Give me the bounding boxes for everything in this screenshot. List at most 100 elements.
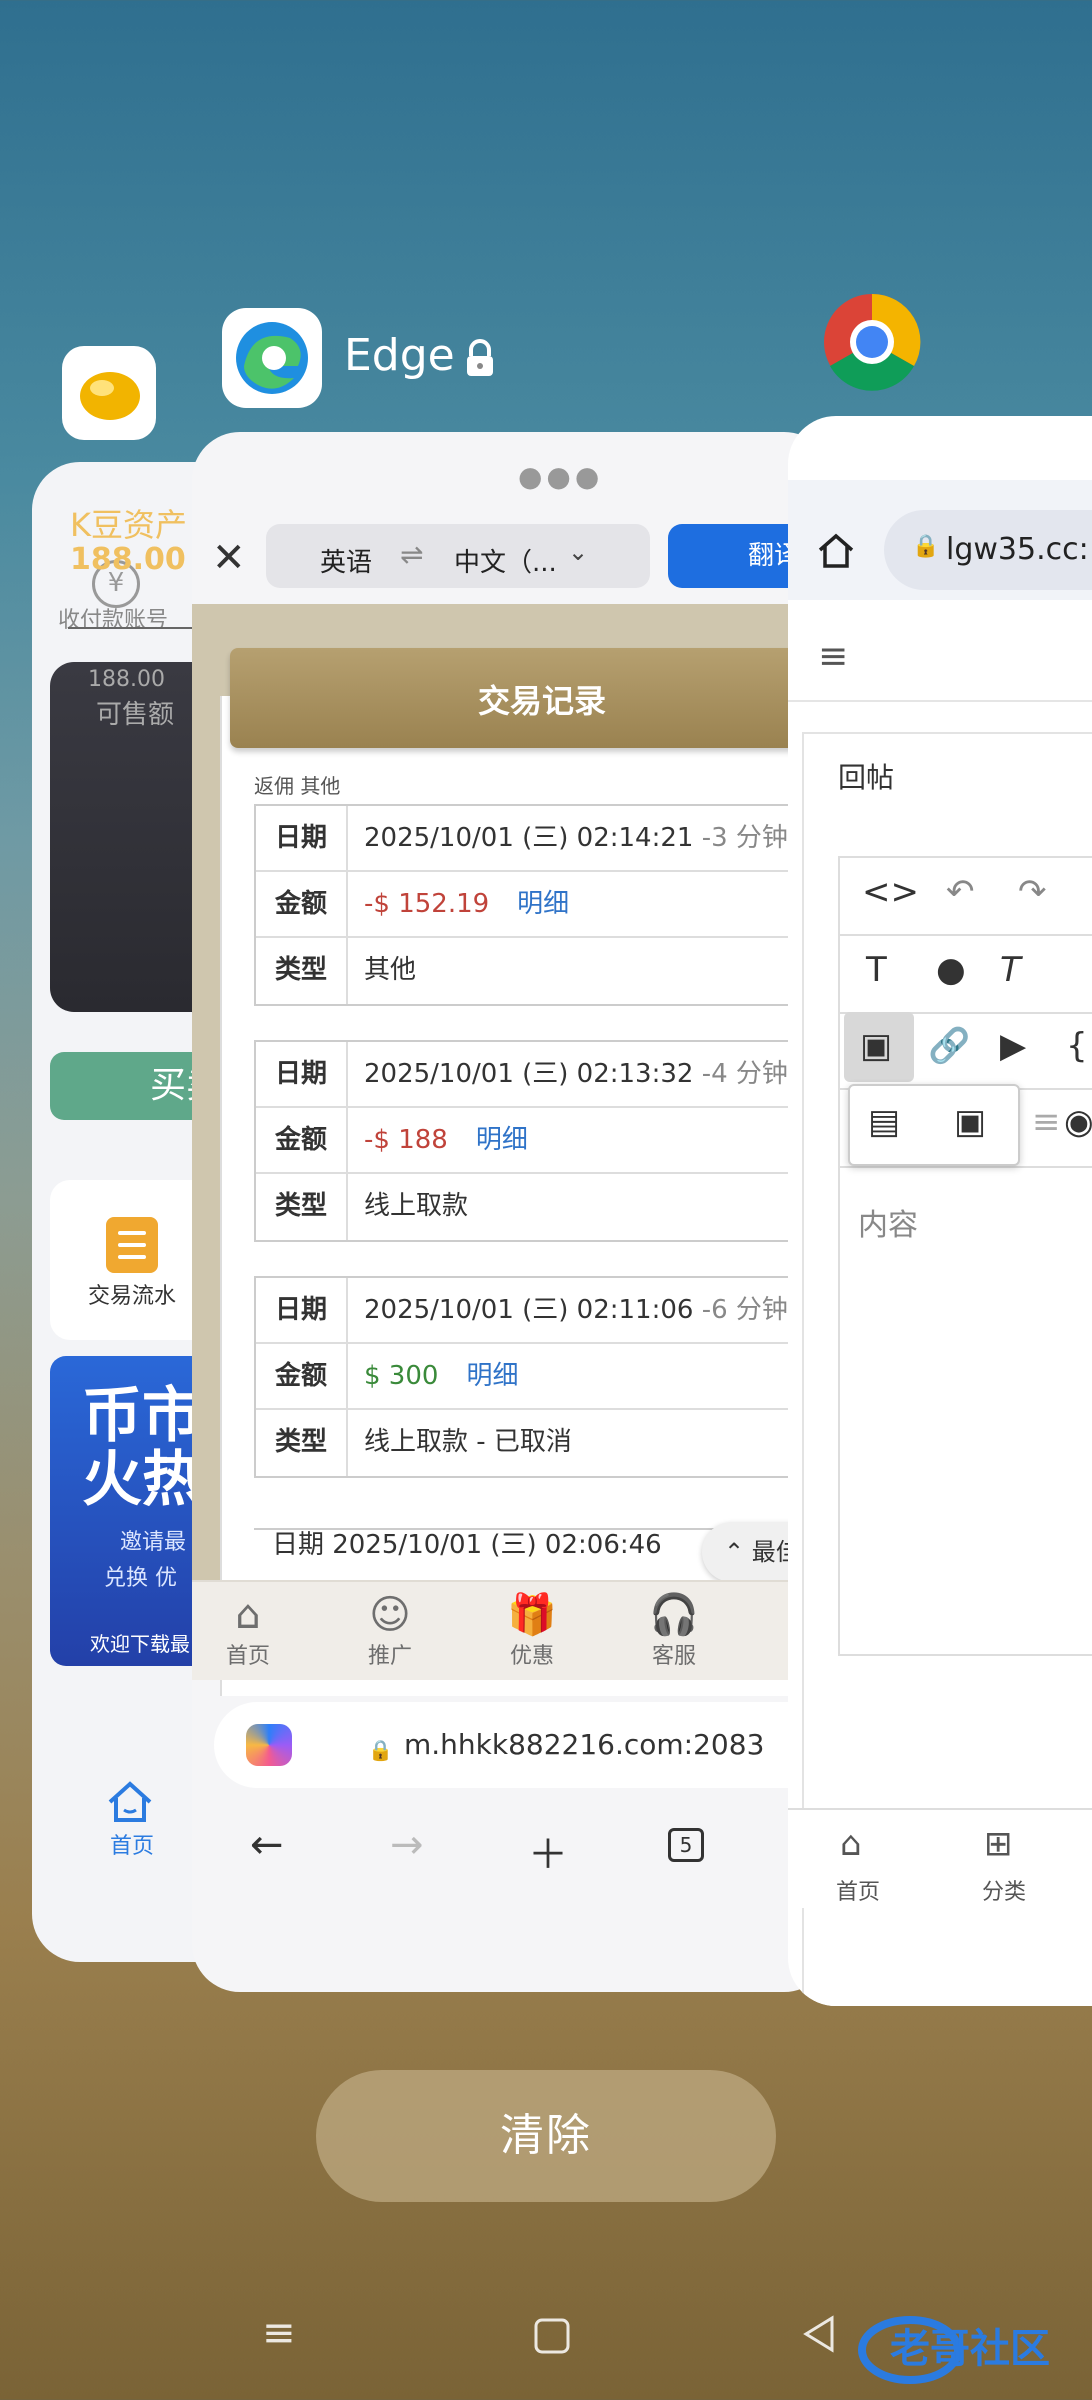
lock-icon[interactable] bbox=[462, 338, 498, 378]
headset-icon: 🎧 bbox=[649, 1592, 699, 1638]
type-key: 类型 bbox=[256, 1410, 348, 1476]
divider bbox=[838, 1166, 1092, 1168]
chrome-url-text[interactable]: lgw35.cc: bbox=[946, 532, 1089, 567]
tab-count-button[interactable]: 5 bbox=[668, 1828, 704, 1862]
banner-download-text: 欢迎下载最 bbox=[90, 1632, 190, 1656]
transaction-flow-label: 交易流水 bbox=[88, 1284, 177, 1309]
amount-key: 金额 bbox=[256, 872, 348, 936]
record-table: 日期 2025/10/01 (三) 02:11:06 -6 分钟前 金额 $ 3… bbox=[254, 1276, 832, 1478]
nav-offers[interactable]: 🎁 优惠 bbox=[492, 1592, 572, 1670]
table-row: 日期 2025/10/01 (三) 02:14:21 -3 分钟前 bbox=[256, 806, 832, 872]
color-drop-icon[interactable]: ● bbox=[936, 950, 966, 990]
divider bbox=[788, 700, 1092, 702]
table-row: 金额 -$ 152.19 明细 bbox=[256, 872, 832, 938]
url-text[interactable]: m.hhkk882216.com:2083 bbox=[404, 1728, 764, 1761]
date-key: 日期 bbox=[256, 1278, 348, 1342]
nav-category-label[interactable]: 分类 bbox=[982, 1874, 1026, 1906]
source-language: 英语 bbox=[320, 548, 373, 578]
detail-link[interactable]: 明细 bbox=[517, 889, 569, 919]
image-icon[interactable]: ▣ bbox=[860, 1026, 892, 1066]
embed-icon[interactable]: { bbox=[1066, 1026, 1088, 1066]
date-value: 2025/10/01 (三) 02:11:06 -6 分钟前 bbox=[364, 1295, 814, 1325]
image-upload-icon[interactable]: ▣ bbox=[954, 1102, 986, 1142]
date-value: 2025/10/01 (三) 02:13:32 -4 分钟前 bbox=[364, 1059, 814, 1089]
document-icon bbox=[106, 1217, 158, 1273]
list-icon[interactable]: ≡ bbox=[1032, 1102, 1061, 1142]
amount-value: $ 300 明细 bbox=[364, 1361, 519, 1391]
edge-app-card[interactable]: ●●● ✕ 英语 ⇌ 中文（... ⌄ 翻译 交易记录 返佣 其他 日期 202… bbox=[192, 432, 832, 1992]
clear-all-button[interactable]: 清除 bbox=[316, 2070, 776, 2202]
banner-exchange-text: 兑换 优 bbox=[104, 1566, 177, 1591]
close-icon[interactable]: ✕ bbox=[212, 538, 246, 578]
nav-home-label: 首页 bbox=[110, 1834, 155, 1859]
gift-icon: 🎁 bbox=[507, 1592, 557, 1638]
record-table: 日期 2025/10/01 (三) 02:14:21 -3 分钟前 金额 -$ … bbox=[254, 804, 832, 1006]
home-icon[interactable] bbox=[816, 530, 856, 570]
kdou-sub-amount: 188.00 bbox=[88, 667, 165, 692]
back-icon[interactable]: ← bbox=[250, 1822, 284, 1868]
chrome-app-card[interactable]: 🔒 lgw35.cc: ≡ 回帖 <> ↶ ↷ T ● T ▣ 🔗 ▶ { ▤ … bbox=[788, 416, 1092, 2006]
date-key: 日期 bbox=[256, 1042, 348, 1106]
swap-icon: ⇌ bbox=[400, 538, 424, 571]
menu-icon[interactable]: ≡ bbox=[262, 2310, 296, 2356]
filter-tabs[interactable]: 返佣 其他 bbox=[254, 770, 340, 799]
nav-home-label[interactable]: 首页 bbox=[836, 1874, 880, 1906]
kdou-amount: 188.00 bbox=[70, 542, 186, 577]
nav-support[interactable]: 🎧 客服 bbox=[634, 1592, 714, 1670]
page-title: 交易记录 bbox=[478, 682, 607, 720]
grid-icon[interactable]: ⊞ bbox=[984, 1824, 1013, 1864]
watermark-logo: 老哥社区 bbox=[858, 2316, 1050, 2384]
target-language: 中文（... bbox=[454, 548, 557, 578]
record-table: 日期 2025/10/01 (三) 02:13:32 -4 分钟前 金额 -$ … bbox=[254, 1040, 832, 1242]
eye-icon[interactable]: ◉ bbox=[1064, 1102, 1092, 1142]
redo-icon[interactable]: ↷ bbox=[1018, 872, 1047, 912]
image-gallery-icon[interactable]: ▤ bbox=[868, 1102, 900, 1142]
copilot-icon[interactable] bbox=[246, 1724, 292, 1766]
amount-value: -$ 152.19 明细 bbox=[364, 889, 570, 919]
table-row: 日期 2025/10/01 (三) 02:13:32 -4 分钟前 bbox=[256, 1042, 832, 1108]
forward-icon[interactable]: → bbox=[390, 1822, 424, 1868]
text-format-icon[interactable]: T bbox=[866, 950, 887, 990]
type-value: 其他 bbox=[364, 955, 417, 985]
chrome-app-icon[interactable] bbox=[822, 292, 922, 392]
table-row: 日期 2025/10/01 (三) 02:11:06 -6 分钟前 bbox=[256, 1278, 832, 1344]
clear-format-icon[interactable]: T bbox=[1000, 950, 1021, 990]
pay-account-label: 收付款账号 bbox=[58, 608, 169, 633]
home-icon[interactable] bbox=[106, 1780, 154, 1824]
type-value: 线上取款 - 已取消 bbox=[364, 1427, 572, 1457]
kdou-sub-label: 可售额 bbox=[96, 700, 175, 730]
edge-app-icon[interactable] bbox=[222, 308, 322, 408]
code-icon[interactable]: <> bbox=[862, 872, 919, 912]
divider bbox=[838, 934, 1092, 936]
reply-title: 回帖 bbox=[838, 761, 895, 794]
video-icon[interactable]: ▶ bbox=[1000, 1026, 1026, 1066]
type-value: 线上取款 bbox=[364, 1191, 469, 1221]
type-key: 类型 bbox=[256, 1174, 348, 1240]
chevron-down-icon[interactable]: ⌄ bbox=[568, 538, 588, 566]
svg-text:老哥社区: 老哥社区 bbox=[890, 2326, 1050, 2372]
kdou-title: K豆资产 bbox=[70, 506, 187, 544]
date-value: 2025/10/01 (三) 02:14:21 -3 分钟前 bbox=[364, 823, 814, 853]
back-triangle-icon[interactable] bbox=[800, 2314, 840, 2354]
detail-link[interactable]: 明细 bbox=[476, 1125, 528, 1155]
undo-icon[interactable]: ↶ bbox=[946, 872, 975, 912]
chrome-site-bottom-nav bbox=[788, 1808, 1092, 1908]
nav-promote[interactable]: ☺ 推广 bbox=[350, 1592, 430, 1670]
nav-home[interactable]: ⌂ 首页 bbox=[208, 1592, 288, 1670]
new-tab-icon[interactable]: ＋ bbox=[528, 1822, 568, 1880]
home-square-icon[interactable] bbox=[532, 2316, 572, 2356]
lock-icon: 🔒 bbox=[368, 1738, 393, 1762]
table-row: 金额 -$ 188 明细 bbox=[256, 1108, 832, 1174]
amount-key: 金额 bbox=[256, 1344, 348, 1408]
type-key: 类型 bbox=[256, 938, 348, 1004]
link-icon[interactable]: 🔗 bbox=[928, 1026, 970, 1066]
user-add-icon: ☺ bbox=[369, 1592, 411, 1638]
kdou-app-icon[interactable] bbox=[62, 346, 156, 440]
detail-link[interactable]: 明细 bbox=[466, 1361, 518, 1391]
content-placeholder[interactable]: 内容 bbox=[858, 1200, 918, 1244]
banner-invite-text: 邀请最 bbox=[120, 1530, 187, 1555]
home-icon[interactable]: ⌂ bbox=[840, 1824, 862, 1864]
more-dots-icon[interactable]: ●●● bbox=[518, 460, 603, 493]
menu-icon[interactable]: ≡ bbox=[818, 636, 848, 677]
amount-key: 金额 bbox=[256, 1108, 348, 1172]
